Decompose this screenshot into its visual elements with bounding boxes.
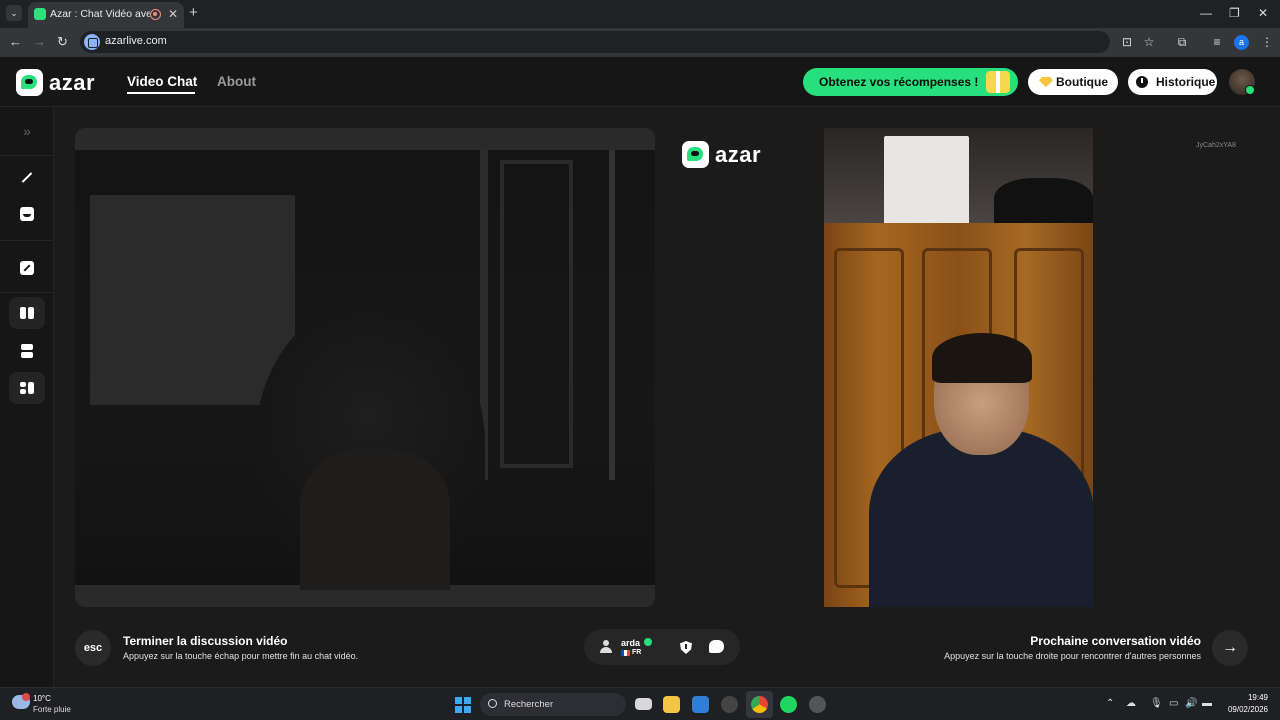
partner-country: FR — [632, 649, 642, 656]
app-header: azar Video Chat About Obtenez vos récomp… — [0, 57, 1280, 107]
diamond-icon — [1039, 77, 1053, 87]
site-info-icon[interactable] — [84, 34, 100, 50]
center-logo-text: azar — [715, 141, 762, 167]
install-app-icon[interactable]: ⊡ — [1120, 35, 1134, 49]
rewards-button[interactable]: Obtenez vos récompenses ! — [803, 68, 1018, 96]
magic-wand-icon — [21, 170, 33, 182]
taskbar-search[interactable]: Rechercher — [480, 693, 626, 716]
france-flag-icon — [621, 650, 630, 656]
search-placeholder: Rechercher — [504, 699, 554, 710]
temperature: 10°C — [33, 694, 51, 703]
extensions-icon[interactable]: ⧉ — [1175, 35, 1189, 49]
battery-icon[interactable]: ▬ — [1202, 698, 1212, 709]
filters-button[interactable] — [9, 198, 45, 230]
rewards-label: Obtenez vos récompenses ! — [819, 75, 979, 89]
user-icon — [600, 640, 612, 654]
reload-icon[interactable]: ↻ — [57, 34, 68, 50]
next-chat-title: Prochaine conversation vidéo — [1030, 634, 1201, 648]
close-window-button[interactable]: ✕ — [1258, 6, 1268, 20]
layout-stacked-button[interactable] — [9, 335, 45, 367]
center-azar-logo: azar — [682, 141, 761, 168]
menu-kebab-icon[interactable]: ⋮ — [1260, 35, 1274, 49]
task-view-icon[interactable] — [635, 698, 652, 710]
mail-icon[interactable] — [692, 696, 709, 713]
browser-tab-bar: ⌄ Azar : Chat Vidéo avec de n ✕ + — ❐ ✕ — [0, 0, 1280, 28]
azar-logo-icon — [16, 69, 43, 96]
recording-icon — [150, 9, 161, 20]
minimize-button[interactable]: — — [1200, 6, 1212, 20]
edit-icon — [20, 261, 34, 275]
omnibox[interactable]: azarlive.com ⊡ ☆ — [80, 31, 1154, 53]
sidebar-divider — [0, 240, 54, 241]
chrome-icon[interactable] — [751, 696, 768, 713]
clock-date[interactable]: 09/02/2026 — [1228, 705, 1268, 714]
chat-bubble-icon[interactable] — [709, 640, 724, 653]
forward-icon[interactable]: → — [33, 34, 46, 49]
media-control-icon[interactable]: ≡ — [1210, 35, 1224, 49]
nav-about[interactable]: About — [217, 74, 256, 89]
profile-avatar[interactable]: a — [1234, 35, 1249, 50]
azar-logo-icon — [682, 141, 709, 168]
file-explorer-icon[interactable] — [663, 696, 680, 713]
history-button[interactable]: Historique — [1128, 69, 1217, 95]
close-tab-icon[interactable]: ✕ — [168, 7, 178, 21]
tab-title: Azar : Chat Vidéo avec de n — [50, 8, 150, 20]
shop-button[interactable]: Boutique — [1028, 69, 1118, 95]
azar-app: azar Video Chat About Obtenez vos récomp… — [0, 57, 1280, 687]
address-bar-row: ← → ↻ azarlive.com ⊡ ☆ ⧉ ≡ a ⋮ — [0, 28, 1280, 57]
layout-side-by-side-button[interactable] — [9, 297, 45, 329]
sidebar-divider — [0, 155, 54, 156]
report-shield-icon[interactable] — [680, 641, 692, 654]
sidebar: » — [0, 107, 54, 687]
new-tab-button[interactable]: + — [189, 4, 198, 21]
browser-tab[interactable]: Azar : Chat Vidéo avec de n ✕ — [28, 2, 184, 28]
sidebar-divider — [0, 292, 54, 293]
my-camera-video — [75, 128, 655, 607]
network-icon[interactable]: ▭ — [1169, 698, 1178, 709]
partner-video — [824, 128, 1093, 607]
recorder-icon[interactable] — [809, 696, 826, 713]
gift-icon — [986, 71, 1010, 93]
end-chat-title: Terminer la discussion vidéo — [123, 634, 288, 648]
verified-badge-icon — [644, 638, 652, 646]
history-label: Historique — [1156, 75, 1216, 89]
tab-search-button[interactable]: ⌄ — [6, 5, 22, 21]
windows-taskbar: 10°C Forte pluie Rechercher ⌃ ☁ 🎙 ▭ 🔊 ▬ … — [0, 687, 1280, 720]
tray-chevron-icon[interactable]: ⌃ — [1106, 698, 1114, 709]
back-icon[interactable]: ← — [9, 34, 22, 49]
clock-time[interactable]: 19:49 — [1248, 693, 1268, 702]
nav-video-chat[interactable]: Video Chat — [127, 74, 197, 89]
expand-sidebar-icon[interactable]: » — [9, 115, 45, 147]
partner-info-bar: arda FR — [584, 629, 740, 665]
weather-alert-badge — [22, 693, 30, 701]
url-text: azarlive.com — [105, 35, 167, 47]
next-chat-description: Appuyez sur la touche droite pour rencon… — [944, 651, 1201, 661]
end-chat-button[interactable]: esc — [75, 630, 111, 666]
edit-button[interactable] — [9, 252, 45, 284]
maximize-button[interactable]: ❐ — [1229, 6, 1240, 20]
weather-condition: Forte pluie — [33, 705, 71, 714]
effects-button[interactable] — [9, 161, 45, 193]
online-badge — [1245, 85, 1255, 95]
search-icon — [488, 699, 497, 708]
azar-favicon-icon — [34, 8, 46, 20]
azar-logo[interactable]: azar — [16, 69, 95, 96]
face-filter-icon — [20, 207, 34, 221]
nav-active-underline — [127, 92, 195, 94]
app-icon[interactable] — [721, 696, 738, 713]
microphone-icon[interactable]: 🎙 — [1150, 698, 1163, 709]
end-chat-description: Appuyez sur la touche échap pour mettre … — [123, 651, 359, 661]
shop-label: Boutique — [1056, 75, 1108, 89]
partner-name: arda — [621, 638, 641, 648]
logo-text: azar — [49, 69, 96, 95]
windows-start-icon[interactable] — [455, 697, 471, 713]
spotify-icon[interactable] — [780, 696, 797, 713]
bookmark-star-icon[interactable]: ☆ — [1142, 35, 1156, 49]
next-chat-button[interactable]: → — [1212, 630, 1248, 666]
volume-icon[interactable]: 🔊 — [1185, 698, 1197, 709]
onedrive-icon[interactable]: ☁ — [1126, 698, 1136, 709]
layout-grid-button[interactable] — [9, 372, 45, 404]
room-id: JyCah2xYA8 — [1196, 142, 1236, 149]
clock-icon — [1136, 76, 1148, 88]
